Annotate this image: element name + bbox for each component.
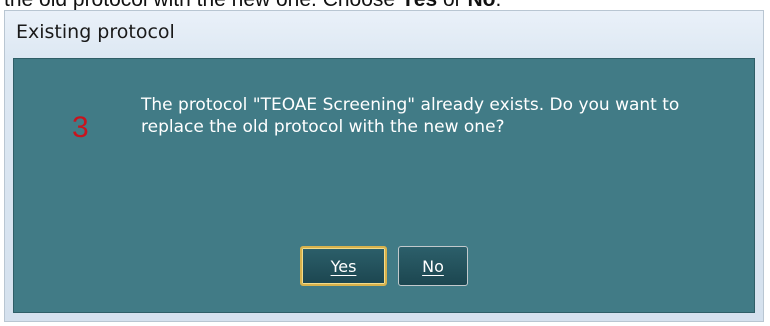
dialog-title: Existing protocol [16,21,175,43]
dialog-title-bar[interactable]: Existing protocol [5,11,763,57]
dialog-message: The protocol "TEOAE Screening" already e… [141,95,680,137]
dialog-content: 3 The protocol "TEOAE Screening" already… [13,58,755,313]
existing-protocol-dialog: Existing protocol 3 The protocol "TEOAE … [4,10,764,322]
page: the old protocol with the new one. Choos… [0,0,770,326]
yes-button[interactable]: Yes [300,246,387,286]
step-number: 3 [72,111,89,144]
yes-button-label: Yes [330,256,357,276]
no-button-label: No [422,256,444,276]
no-button[interactable]: No [398,246,468,286]
